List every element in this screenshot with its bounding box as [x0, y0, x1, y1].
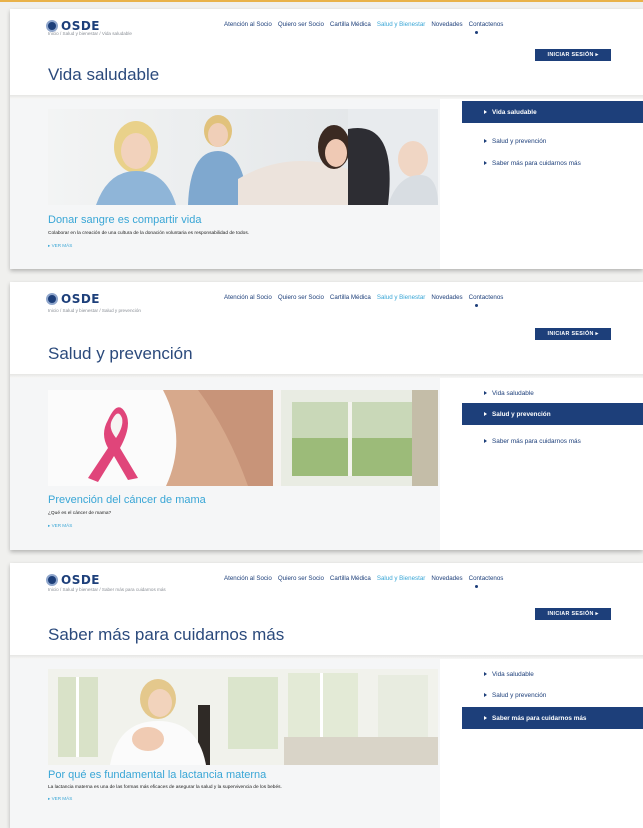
main-nav: Atención al Socio Quiero ser Socio Carti…: [224, 575, 509, 582]
arrow-right-icon: [484, 716, 487, 720]
page-title: Salud y prevención: [48, 344, 193, 363]
sidebar-item-saber-mas[interactable]: Saber más para cuidarnos más: [462, 152, 581, 174]
nav-quiero-ser-socio[interactable]: Quiero ser Socio: [278, 21, 324, 28]
hero-photo: [48, 390, 438, 486]
article-description: La lactancia materna es una de las forma…: [48, 785, 282, 790]
login-button[interactable]: INICIAR SESIÓN ▸: [535, 49, 611, 61]
breadcrumb[interactable]: Inicio / Salud y bienestar / Salud y pre…: [48, 308, 141, 313]
nav-cartilla-medica[interactable]: Cartilla Médica: [330, 21, 371, 28]
arrow-right-icon: [484, 139, 487, 143]
nav-salud-bienestar[interactable]: Salud y Bienestar: [377, 21, 426, 28]
hero-photo: [48, 669, 438, 765]
arrow-right-icon: [484, 672, 487, 676]
nav-cartilla-medica[interactable]: Cartilla Médica: [330, 294, 371, 301]
sidebar-item-saber-mas[interactable]: Saber más para cuidarnos más: [462, 707, 643, 729]
page-title: Vida saludable: [48, 65, 160, 84]
nav-novedades[interactable]: Novedades: [431, 575, 462, 582]
nav-quiero-ser-socio[interactable]: Quiero ser Socio: [278, 575, 324, 582]
osde-logo[interactable]: OSDE: [46, 573, 100, 587]
nav-salud-bienestar[interactable]: Salud y Bienestar: [377, 294, 426, 301]
hero-image-blood-donation[interactable]: [48, 109, 438, 205]
ver-mas-link[interactable]: ▸ VER MÁS: [48, 523, 72, 529]
sidebar-item-saber-mas[interactable]: Saber más para cuidarnos más: [462, 430, 581, 452]
article-title[interactable]: Donar sangre es compartir vida: [48, 214, 201, 226]
screenshot-panel-saber-mas: OSDE Atención al Socio Quiero ser Socio …: [10, 563, 643, 828]
ver-mas-link[interactable]: ▸ VER MÁS: [48, 796, 72, 802]
sidebar-item-salud-prevencion[interactable]: Salud y prevención: [462, 403, 643, 425]
osde-logo[interactable]: OSDE: [46, 292, 100, 306]
screenshot-panel-salud-prevencion: OSDE Atención al Socio Quiero ser Socio …: [10, 282, 643, 550]
main-nav: Atención al Socio Quiero ser Socio Carti…: [224, 21, 509, 28]
screenshot-panel-vida-saludable: OSDE Atención al Socio Quiero ser Socio …: [10, 9, 643, 269]
article-description: Colaborar en la creación de una cultura …: [48, 231, 250, 236]
arrow-right-icon: [484, 412, 487, 416]
logo-icon: [46, 574, 58, 586]
logo-icon: [46, 293, 58, 305]
hero-image-pink-ribbon[interactable]: [48, 390, 438, 486]
active-nav-indicator: [475, 585, 478, 588]
hero-image-breastfeeding[interactable]: [48, 669, 438, 765]
arrow-right-icon: [484, 161, 487, 165]
arrow-right-icon: [484, 110, 487, 114]
sidebar-item-vida-saludable[interactable]: Vida saludable: [462, 101, 643, 123]
article-description: ¿Qué es el cáncer de mama?: [48, 511, 112, 516]
breadcrumb[interactable]: Inicio / Salud y bienestar / Vida saluda…: [48, 31, 132, 36]
nav-atencion-socio[interactable]: Atención al Socio: [224, 575, 272, 582]
nav-contactenos[interactable]: Contactenos: [469, 575, 504, 582]
ver-mas-link[interactable]: ▸ VER MÁS: [48, 243, 72, 249]
sidebar-item-vida-saludable[interactable]: Vida saludable: [462, 663, 534, 685]
active-nav-indicator: [475, 31, 478, 34]
article-title[interactable]: Por qué es fundamental la lactancia mate…: [48, 769, 266, 781]
breadcrumb[interactable]: Inicio / Salud y bienestar / Saber más p…: [48, 587, 166, 592]
arrow-right-icon: [484, 439, 487, 443]
page-title: Saber más para cuidarnos más: [48, 625, 285, 644]
arrow-right-icon: [484, 391, 487, 395]
nav-cartilla-medica[interactable]: Cartilla Médica: [330, 575, 371, 582]
nav-novedades[interactable]: Novedades: [431, 21, 462, 28]
nav-novedades[interactable]: Novedades: [431, 294, 462, 301]
hero-photo: [48, 109, 438, 205]
nav-contactenos[interactable]: Contactenos: [469, 21, 504, 28]
sidebar-item-salud-prevencion[interactable]: Salud y prevención: [462, 684, 546, 706]
active-nav-indicator: [475, 304, 478, 307]
nav-quiero-ser-socio[interactable]: Quiero ser Socio: [278, 294, 324, 301]
article-title[interactable]: Prevención del cáncer de mama: [48, 494, 206, 506]
login-button[interactable]: INICIAR SESIÓN ▸: [535, 608, 611, 620]
sidebar-item-salud-prevencion[interactable]: Salud y prevención: [462, 130, 546, 152]
main-nav: Atención al Socio Quiero ser Socio Carti…: [224, 294, 509, 301]
sidebar-item-vida-saludable[interactable]: Vida saludable: [462, 382, 534, 404]
nav-atencion-socio[interactable]: Atención al Socio: [224, 294, 272, 301]
nav-salud-bienestar[interactable]: Salud y Bienestar: [377, 575, 426, 582]
arrow-right-icon: [484, 693, 487, 697]
login-button[interactable]: INICIAR SESIÓN ▸: [535, 328, 611, 340]
top-accent-line: [0, 0, 643, 2]
nav-atencion-socio[interactable]: Atención al Socio: [224, 21, 272, 28]
nav-contactenos[interactable]: Contactenos: [469, 294, 504, 301]
